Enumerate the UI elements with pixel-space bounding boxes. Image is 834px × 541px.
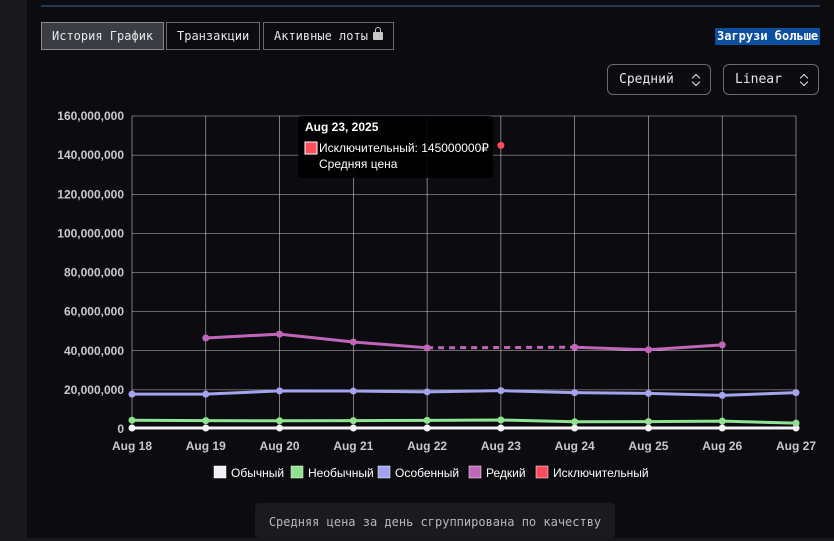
series-4-point [497, 141, 505, 149]
series-2-point [644, 389, 652, 397]
series-1-point [276, 417, 284, 425]
series-0-point [276, 424, 284, 432]
series-0-point [128, 424, 136, 432]
x-tick-label: Aug 26 [702, 439, 742, 453]
legend-label: Обычный [231, 466, 284, 480]
y-tick-label: 40,000,000 [64, 344, 124, 358]
series-1-point [497, 416, 505, 424]
tooltip-swatch [304, 141, 318, 155]
series-1-point [202, 417, 210, 425]
series-2-point [349, 387, 357, 395]
series-0-point [718, 424, 726, 432]
series-2-point [423, 388, 431, 396]
series-1-point [423, 416, 431, 424]
series-0-point [644, 424, 652, 432]
series-2-point [276, 387, 284, 395]
series-3-point [571, 343, 579, 351]
chart-footnote: Средняя цена за день сгруппирована по ка… [255, 503, 615, 538]
legend-label: Исключительный [553, 466, 649, 480]
legend-label: Необычный [308, 466, 374, 480]
series-0-point [423, 424, 431, 432]
y-tick-label: 120,000,000 [57, 187, 124, 201]
x-tick-label: Aug 19 [186, 439, 226, 453]
series-3-point [349, 338, 357, 346]
y-tick-label: 100,000,000 [57, 226, 124, 240]
series-1-point [718, 417, 726, 425]
x-tick-label: Aug 25 [628, 439, 668, 453]
legend-swatch [377, 465, 391, 479]
series-2-line [132, 389, 797, 397]
series-0-point [497, 424, 505, 432]
x-tick-label: Aug 20 [260, 439, 300, 453]
series-2-point [718, 391, 726, 399]
x-tick-label: Aug 24 [555, 439, 595, 453]
tooltip-subtitle: Средняя цена [319, 157, 398, 171]
y-tick-label: 80,000,000 [64, 266, 124, 280]
legend-swatch [535, 465, 549, 479]
price-history-chart[interactable]: 0 20,000,000 40,000,000 60,000,000 80,000,00… [0, 0, 834, 538]
legend-swatch [468, 465, 482, 479]
y-tick-label: 160,000,000 [57, 109, 124, 123]
x-tick-label: Aug 27 [776, 439, 816, 453]
series-0-point [349, 424, 357, 432]
series-1-point [128, 416, 136, 424]
series-2-point [128, 390, 136, 398]
series-2-point [571, 389, 579, 397]
series-2-point [202, 390, 210, 398]
legend-label: Редкий [486, 466, 526, 480]
tooltip-date: Aug 23, 2025 [305, 120, 379, 134]
series-1-point [644, 418, 652, 426]
y-tick-label: 140,000,000 [57, 148, 124, 162]
series-3-line [205, 332, 428, 350]
x-tick-label: Aug 21 [333, 439, 373, 453]
series-3-point [644, 346, 652, 354]
series-2-point [497, 387, 505, 395]
legend-label: Особенный [395, 466, 459, 480]
series-3-point [718, 341, 726, 349]
series-3-point [202, 334, 210, 342]
x-tick-label: Aug 18 [112, 439, 152, 453]
series-1-point [571, 418, 579, 426]
legend-swatch [213, 465, 227, 479]
y-tick-label: 60,000,000 [64, 305, 124, 319]
series-2-point [792, 389, 800, 397]
series-3-point [423, 344, 431, 352]
series-1-line [131, 418, 797, 425]
series-3-point [276, 330, 284, 338]
series-1-point [349, 417, 357, 425]
series-0-point [202, 424, 210, 432]
series-0-point [571, 424, 579, 432]
series-1-point [792, 419, 800, 427]
x-tick-label: Aug 23 [481, 439, 521, 453]
x-tick-label: Aug 22 [407, 439, 447, 453]
y-tick-label: 20,000,000 [64, 383, 124, 397]
y-tick-label: 0 [117, 422, 124, 436]
legend-swatch [290, 465, 304, 479]
tooltip-value: Исключительный: 145000000₽ [319, 141, 489, 155]
